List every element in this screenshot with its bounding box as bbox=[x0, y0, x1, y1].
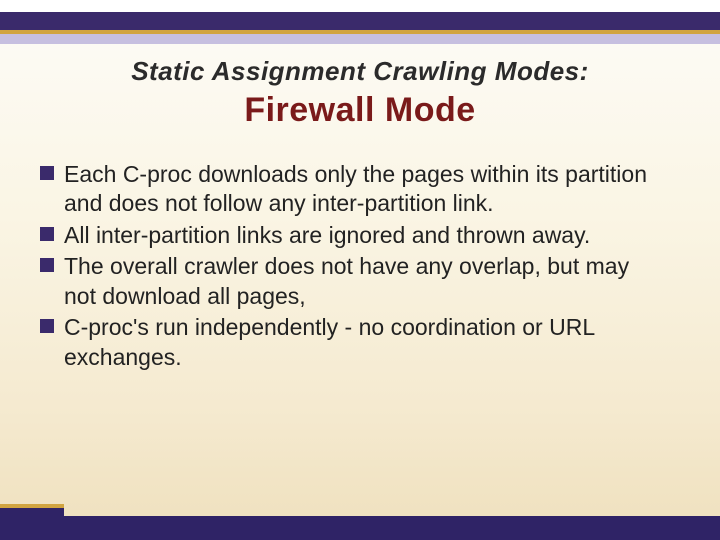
footer-band bbox=[0, 516, 720, 540]
square-bullet-icon bbox=[40, 319, 64, 333]
list-item: The overall crawler does not have any ov… bbox=[40, 252, 660, 311]
bullet-text: The overall crawler does not have any ov… bbox=[64, 252, 660, 311]
title-line-1: Static Assignment Crawling Modes: bbox=[40, 56, 680, 87]
slide-title: Static Assignment Crawling Modes: Firewa… bbox=[0, 56, 720, 130]
footer-accent bbox=[0, 504, 64, 516]
square-bullet-icon bbox=[40, 166, 64, 180]
title-line-2: Firewall Mode bbox=[40, 91, 680, 130]
header-band bbox=[0, 0, 720, 44]
bullet-text: C-proc's run independently - no coordina… bbox=[64, 313, 660, 372]
band-white bbox=[0, 0, 720, 12]
list-item: Each C-proc downloads only the pages wit… bbox=[40, 160, 660, 219]
bullet-list: Each C-proc downloads only the pages wit… bbox=[40, 160, 660, 374]
bullet-text: Each C-proc downloads only the pages wit… bbox=[64, 160, 660, 219]
band-purple bbox=[0, 12, 720, 30]
bullet-text: All inter-partition links are ignored an… bbox=[64, 221, 590, 250]
band-lavender bbox=[0, 34, 720, 44]
list-item: C-proc's run independently - no coordina… bbox=[40, 313, 660, 372]
list-item: All inter-partition links are ignored an… bbox=[40, 221, 660, 250]
square-bullet-icon bbox=[40, 227, 64, 241]
square-bullet-icon bbox=[40, 258, 64, 272]
